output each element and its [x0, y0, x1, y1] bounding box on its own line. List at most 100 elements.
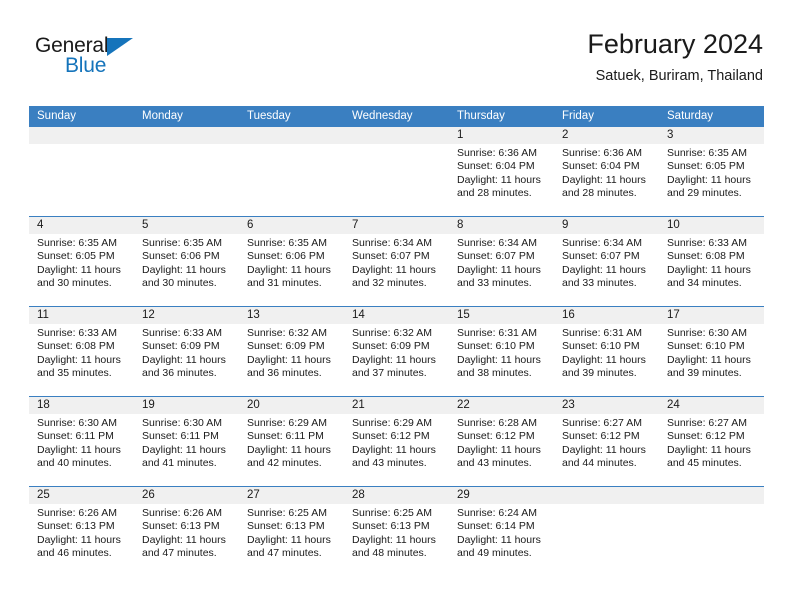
daylight-text-line2: and 31 minutes. [247, 277, 322, 290]
daylight-text-line1: Daylight: 11 hours [457, 173, 541, 186]
day-cell[interactable]: 26 Sunrise: 6:26 AM Sunset: 6:13 PM Dayl… [134, 487, 239, 576]
day-number-band: 6 [239, 217, 344, 234]
day-cell[interactable]: 27 Sunrise: 6:25 AM Sunset: 6:13 PM Dayl… [239, 487, 344, 576]
day-number: 21 [352, 399, 365, 411]
day-details: Sunrise: 6:28 AM Sunset: 6:12 PM Dayligh… [449, 414, 554, 471]
day-cell[interactable]: 10 Sunrise: 6:33 AM Sunset: 6:08 PM Dayl… [659, 217, 764, 306]
day-cell[interactable]: 20 Sunrise: 6:29 AM Sunset: 6:11 PM Dayl… [239, 397, 344, 486]
sunrise-text: Sunrise: 6:29 AM [247, 417, 327, 429]
day-cell[interactable]: 23 Sunrise: 6:27 AM Sunset: 6:12 PM Dayl… [554, 397, 659, 486]
day-cell[interactable] [134, 127, 239, 216]
daylight-text-line1: Daylight: 11 hours [142, 263, 226, 276]
day-cell[interactable]: 19 Sunrise: 6:30 AM Sunset: 6:11 PM Dayl… [134, 397, 239, 486]
weekday-header-friday: Friday [562, 110, 594, 122]
sunset-text: Sunset: 6:13 PM [142, 520, 220, 533]
day-cell[interactable]: 6 Sunrise: 6:35 AM Sunset: 6:06 PM Dayli… [239, 217, 344, 306]
daylight-text-line1: Daylight: 11 hours [457, 533, 541, 546]
day-cell[interactable]: 7 Sunrise: 6:34 AM Sunset: 6:07 PM Dayli… [344, 217, 449, 306]
day-cell[interactable]: 3 Sunrise: 6:35 AM Sunset: 6:05 PM Dayli… [659, 127, 764, 216]
day-cell[interactable]: 22 Sunrise: 6:28 AM Sunset: 6:12 PM Dayl… [449, 397, 554, 486]
weekday-header-tuesday: Tuesday [247, 110, 291, 122]
day-number-band: 13 [239, 307, 344, 324]
day-number-band: 14 [344, 307, 449, 324]
day-cell[interactable]: 18 Sunrise: 6:30 AM Sunset: 6:11 PM Dayl… [29, 397, 134, 486]
day-cell[interactable]: 8 Sunrise: 6:34 AM Sunset: 6:07 PM Dayli… [449, 217, 554, 306]
day-number: 27 [247, 489, 260, 501]
day-cell[interactable]: 14 Sunrise: 6:32 AM Sunset: 6:09 PM Dayl… [344, 307, 449, 396]
daylight-text-line1: Daylight: 11 hours [667, 263, 751, 276]
day-number-band: 26 [134, 487, 239, 504]
daylight-text-line2: and 35 minutes. [37, 367, 112, 380]
daylight-text-line1: Daylight: 11 hours [667, 443, 751, 456]
sunrise-text: Sunrise: 6:32 AM [352, 327, 432, 339]
day-number-band: 23 [554, 397, 659, 414]
day-number: 28 [352, 489, 365, 501]
day-details: Sunrise: 6:30 AM Sunset: 6:11 PM Dayligh… [134, 414, 239, 471]
day-details: Sunrise: 6:35 AM Sunset: 6:06 PM Dayligh… [239, 234, 344, 291]
day-details [659, 504, 764, 507]
day-number-band: 7 [344, 217, 449, 234]
day-cell[interactable]: 28 Sunrise: 6:25 AM Sunset: 6:13 PM Dayl… [344, 487, 449, 576]
day-cell[interactable]: 24 Sunrise: 6:27 AM Sunset: 6:12 PM Dayl… [659, 397, 764, 486]
day-cell[interactable]: 17 Sunrise: 6:30 AM Sunset: 6:10 PM Dayl… [659, 307, 764, 396]
calendar-week-row: 11 Sunrise: 6:33 AM Sunset: 6:08 PM Dayl… [29, 306, 764, 396]
day-cell[interactable]: 16 Sunrise: 6:31 AM Sunset: 6:10 PM Dayl… [554, 307, 659, 396]
day-cell[interactable]: 4 Sunrise: 6:35 AM Sunset: 6:05 PM Dayli… [29, 217, 134, 306]
day-number: 19 [142, 399, 155, 411]
day-cell[interactable]: 15 Sunrise: 6:31 AM Sunset: 6:10 PM Dayl… [449, 307, 554, 396]
day-number: 25 [37, 489, 50, 501]
daylight-text-line2: and 39 minutes. [562, 367, 637, 380]
day-number-band: 12 [134, 307, 239, 324]
day-number: 26 [142, 489, 155, 501]
logo[interactable]: General Blue [35, 34, 165, 86]
daylight-text-line1: Daylight: 11 hours [562, 263, 646, 276]
sunrise-text: Sunrise: 6:28 AM [457, 417, 537, 429]
day-cell[interactable]: 1 Sunrise: 6:36 AM Sunset: 6:04 PM Dayli… [449, 127, 554, 216]
day-cell[interactable]: 11 Sunrise: 6:33 AM Sunset: 6:08 PM Dayl… [29, 307, 134, 396]
sunrise-text: Sunrise: 6:32 AM [247, 327, 327, 339]
day-number: 2 [562, 129, 569, 141]
day-cell[interactable]: 21 Sunrise: 6:29 AM Sunset: 6:12 PM Dayl… [344, 397, 449, 486]
day-cell[interactable]: 9 Sunrise: 6:34 AM Sunset: 6:07 PM Dayli… [554, 217, 659, 306]
daylight-text-line1: Daylight: 11 hours [352, 263, 436, 276]
daylight-text-line2: and 46 minutes. [37, 547, 112, 560]
day-details: Sunrise: 6:30 AM Sunset: 6:10 PM Dayligh… [659, 324, 764, 381]
day-cell[interactable]: 2 Sunrise: 6:36 AM Sunset: 6:04 PM Dayli… [554, 127, 659, 216]
sunset-text: Sunset: 6:11 PM [37, 430, 114, 443]
day-number-band [134, 127, 239, 144]
sunrise-text: Sunrise: 6:25 AM [352, 507, 432, 519]
day-details: Sunrise: 6:29 AM Sunset: 6:11 PM Dayligh… [239, 414, 344, 471]
daylight-text-line1: Daylight: 11 hours [352, 443, 436, 456]
sunset-text: Sunset: 6:12 PM [562, 430, 640, 443]
day-number: 8 [457, 219, 464, 231]
sunrise-text: Sunrise: 6:35 AM [142, 237, 222, 249]
day-cell[interactable] [344, 127, 449, 216]
day-number: 11 [37, 309, 49, 321]
day-cell[interactable] [554, 487, 659, 576]
sunset-text: Sunset: 6:04 PM [562, 160, 640, 173]
day-details [344, 144, 449, 147]
day-number: 23 [562, 399, 575, 411]
day-cell[interactable] [239, 127, 344, 216]
title-block: February 2024 Satuek, Buriram, Thailand [587, 28, 763, 86]
sunrise-text: Sunrise: 6:34 AM [457, 237, 537, 249]
daylight-text-line2: and 39 minutes. [667, 367, 742, 380]
sunrise-text: Sunrise: 6:26 AM [37, 507, 117, 519]
weekday-header-monday: Monday [142, 110, 183, 122]
day-cell[interactable]: 5 Sunrise: 6:35 AM Sunset: 6:06 PM Dayli… [134, 217, 239, 306]
day-cell[interactable] [659, 487, 764, 576]
day-cell[interactable]: 29 Sunrise: 6:24 AM Sunset: 6:14 PM Dayl… [449, 487, 554, 576]
day-cell[interactable]: 13 Sunrise: 6:32 AM Sunset: 6:09 PM Dayl… [239, 307, 344, 396]
daylight-text-line2: and 43 minutes. [352, 457, 427, 470]
calendar-week-row: 18 Sunrise: 6:30 AM Sunset: 6:11 PM Dayl… [29, 396, 764, 486]
day-cell[interactable] [29, 127, 134, 216]
day-details [554, 504, 659, 507]
day-cell[interactable]: 12 Sunrise: 6:33 AM Sunset: 6:09 PM Dayl… [134, 307, 239, 396]
day-number: 29 [457, 489, 470, 501]
day-details: Sunrise: 6:34 AM Sunset: 6:07 PM Dayligh… [554, 234, 659, 291]
day-cell[interactable]: 25 Sunrise: 6:26 AM Sunset: 6:13 PM Dayl… [29, 487, 134, 576]
sunset-text: Sunset: 6:12 PM [457, 430, 535, 443]
day-number: 7 [352, 219, 359, 231]
daylight-text-line1: Daylight: 11 hours [457, 263, 541, 276]
day-number-band: 3 [659, 127, 764, 144]
